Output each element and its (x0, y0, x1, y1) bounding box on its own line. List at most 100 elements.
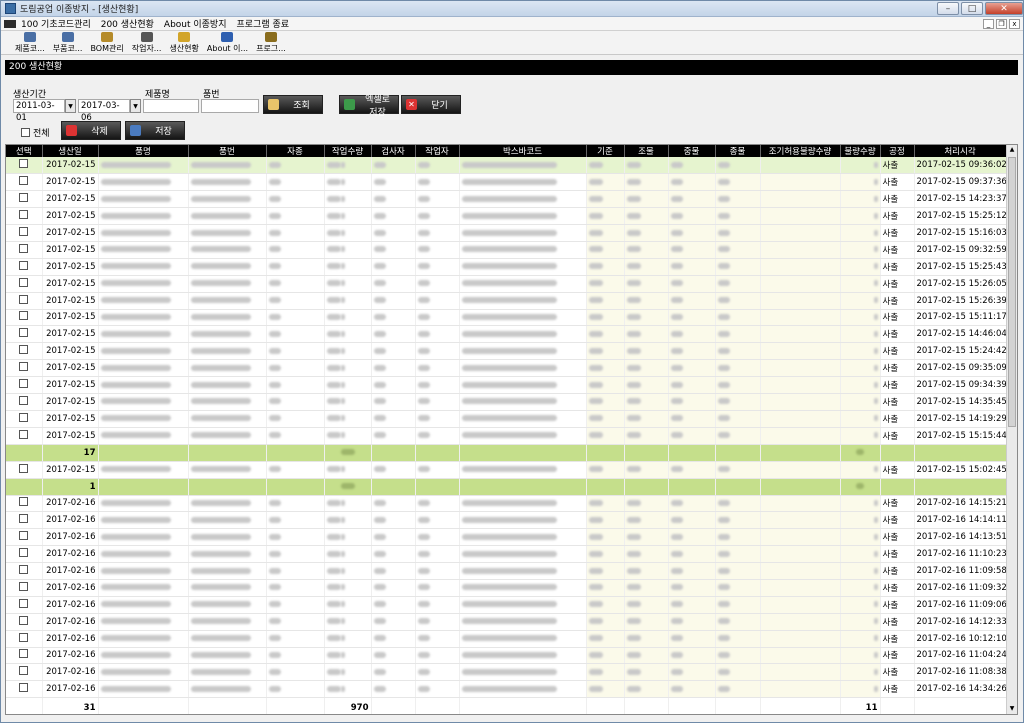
column-header[interactable]: 박스바코드 (459, 145, 587, 157)
row-checkbox[interactable] (19, 193, 29, 203)
row-select-cell[interactable] (6, 325, 43, 344)
column-header[interactable]: 조물 (624, 145, 669, 157)
table-row[interactable]: 2017-02-15 사출 2017-02-15 15:26:05 (6, 275, 1007, 293)
row-checkbox[interactable] (19, 243, 29, 253)
excel-export-button[interactable]: 엑셀로저장 (339, 95, 399, 118)
row-select-cell[interactable] (6, 630, 43, 648)
table-row[interactable]: 2017-02-15 사출 2017-02-15 14:35:45 (6, 393, 1007, 411)
row-checkbox[interactable] (19, 429, 29, 439)
row-checkbox[interactable] (19, 311, 29, 321)
row-select-cell[interactable] (6, 410, 43, 428)
menu-basic-codes[interactable]: 100 기초코드관리 (16, 17, 96, 30)
column-header[interactable]: 품번 (188, 145, 267, 157)
row-select-cell[interactable] (6, 528, 43, 547)
column-header[interactable]: 조기허용불량수량 (760, 145, 841, 157)
column-header[interactable]: 처리시각 (914, 145, 1007, 157)
toolbar-button-5[interactable]: About 이... (207, 32, 248, 54)
row-checkbox[interactable] (19, 548, 29, 558)
table-row[interactable]: 2017-02-15 사출 2017-02-15 15:15:44 (6, 427, 1007, 445)
row-select-cell[interactable] (6, 427, 43, 445)
table-row[interactable]: 2017-02-15 사출 2017-02-15 15:25:12 (6, 207, 1007, 226)
column-header[interactable]: 품명 (98, 145, 189, 157)
row-select-cell[interactable] (6, 241, 43, 259)
row-checkbox[interactable] (19, 328, 29, 338)
table-row[interactable]: 2017-02-16 사출 2017-02-16 14:13:51 (6, 528, 1007, 547)
row-checkbox[interactable] (19, 277, 29, 287)
row-select-cell[interactable] (6, 511, 43, 530)
row-checkbox[interactable] (19, 531, 29, 541)
row-checkbox[interactable] (19, 463, 29, 473)
column-header[interactable]: 자종 (266, 145, 325, 157)
row-checkbox[interactable] (19, 683, 29, 693)
row-checkbox[interactable] (19, 210, 29, 220)
table-row[interactable]: 2017-02-15 사출 2017-02-15 15:16:03 (6, 224, 1007, 242)
date-from-field[interactable]: 2011-03-01 (13, 99, 65, 123)
row-checkbox[interactable] (19, 497, 29, 507)
row-checkbox[interactable] (19, 615, 29, 625)
column-header[interactable]: 불량수량 (840, 145, 881, 157)
table-row[interactable]: 2017-02-15 사출 2017-02-15 15:25:43 (6, 258, 1007, 276)
product-name-input[interactable] (143, 99, 199, 113)
column-header[interactable]: 작업수량 (324, 145, 372, 157)
row-checkbox[interactable] (19, 345, 29, 355)
mdi-close-button[interactable]: x (1009, 18, 1020, 29)
table-row[interactable]: 2017-02-15 사출 2017-02-15 09:35:09 (6, 359, 1007, 378)
table-row[interactable]: 2017-02-16 사출 2017-02-16 11:10:23 (6, 545, 1007, 564)
row-select-cell[interactable] (6, 292, 43, 310)
table-row[interactable]: 2017-02-15 사출 2017-02-15 14:23:37 (6, 190, 1007, 209)
row-checkbox[interactable] (19, 412, 29, 422)
table-row[interactable]: 2017-02-15 사출 2017-02-15 15:11:17 (6, 309, 1007, 327)
row-checkbox[interactable] (19, 294, 29, 304)
mdi-minimize-button[interactable]: _ (983, 18, 994, 29)
toolbar-button-1[interactable]: 부품코... (53, 32, 82, 54)
row-checkbox[interactable] (19, 649, 29, 659)
date-from-dropdown-icon[interactable]: ▼ (65, 99, 76, 113)
select-all-checkbox[interactable]: 전체 (21, 126, 50, 139)
column-header[interactable]: 작업자 (415, 145, 460, 157)
table-row[interactable]: 2017-02-16 사출 2017-02-16 14:12:33 (6, 613, 1007, 631)
vertical-scrollbar[interactable]: ▲ ▼ (1006, 145, 1017, 714)
row-checkbox[interactable] (19, 227, 29, 236)
row-checkbox[interactable] (19, 362, 29, 372)
row-select-cell[interactable] (6, 309, 43, 327)
table-row[interactable]: 2017-02-15 사출 2017-02-15 15:24:42 (6, 342, 1007, 361)
column-header[interactable]: 선택 (6, 145, 43, 157)
scrollbar-thumb[interactable] (1008, 157, 1016, 427)
scroll-down-icon[interactable]: ▼ (1007, 704, 1017, 714)
row-checkbox[interactable] (19, 159, 29, 169)
table-row[interactable]: 2017-02-15 사출 2017-02-15 09:37:36 (6, 173, 1007, 192)
table-row[interactable]: 2017-02-15 사출 2017-02-15 14:46:04 (6, 325, 1007, 344)
table-row[interactable]: 2017-02-16 사출 2017-02-16 11:09:06 (6, 596, 1007, 614)
row-select-cell[interactable] (6, 173, 43, 192)
mdi-restore-button[interactable]: ❐ (996, 18, 1007, 29)
row-select-cell[interactable] (6, 663, 43, 682)
row-select-cell[interactable] (6, 258, 43, 276)
row-checkbox[interactable] (19, 581, 29, 591)
table-row[interactable]: 2017-02-16 사출 2017-02-16 14:15:21 (6, 495, 1007, 513)
row-checkbox[interactable] (19, 514, 29, 524)
search-button[interactable]: 조회 (263, 95, 323, 114)
table-row[interactable]: 2017-02-15 사출 2017-02-15 09:34:39 (6, 376, 1007, 394)
table-row[interactable]: 2017-02-16 사출 2017-02-16 11:04:24 (6, 647, 1007, 665)
toolbar-button-3[interactable]: 작업자... (132, 32, 161, 54)
delete-button[interactable]: 삭제 (61, 121, 121, 140)
row-checkbox[interactable] (19, 395, 29, 405)
row-select-cell[interactable] (6, 596, 43, 614)
column-header[interactable]: 생산일 (42, 145, 99, 157)
row-checkbox[interactable] (19, 260, 29, 270)
row-select-cell[interactable] (6, 680, 43, 699)
column-header[interactable]: 중물 (668, 145, 716, 157)
row-select-cell[interactable] (6, 376, 43, 394)
column-header[interactable]: 기준 (586, 145, 625, 157)
table-row[interactable]: 2017-02-16 사출 2017-02-16 10:12:10 (6, 630, 1007, 648)
row-select-cell[interactable] (6, 359, 43, 378)
row-checkbox[interactable] (19, 632, 29, 642)
save-button[interactable]: 저장 (125, 121, 185, 140)
toolbar-button-4[interactable]: 생산현황 (169, 32, 199, 54)
scroll-up-icon[interactable]: ▲ (1007, 145, 1017, 155)
minimize-button[interactable]: – (937, 2, 959, 15)
row-select-cell[interactable] (6, 545, 43, 564)
row-select-cell[interactable] (6, 461, 43, 479)
menu-about[interactable]: About 이종방지 (159, 17, 232, 30)
table-row[interactable]: 2017-02-15 사출 2017-02-15 09:32:59 (6, 241, 1007, 259)
